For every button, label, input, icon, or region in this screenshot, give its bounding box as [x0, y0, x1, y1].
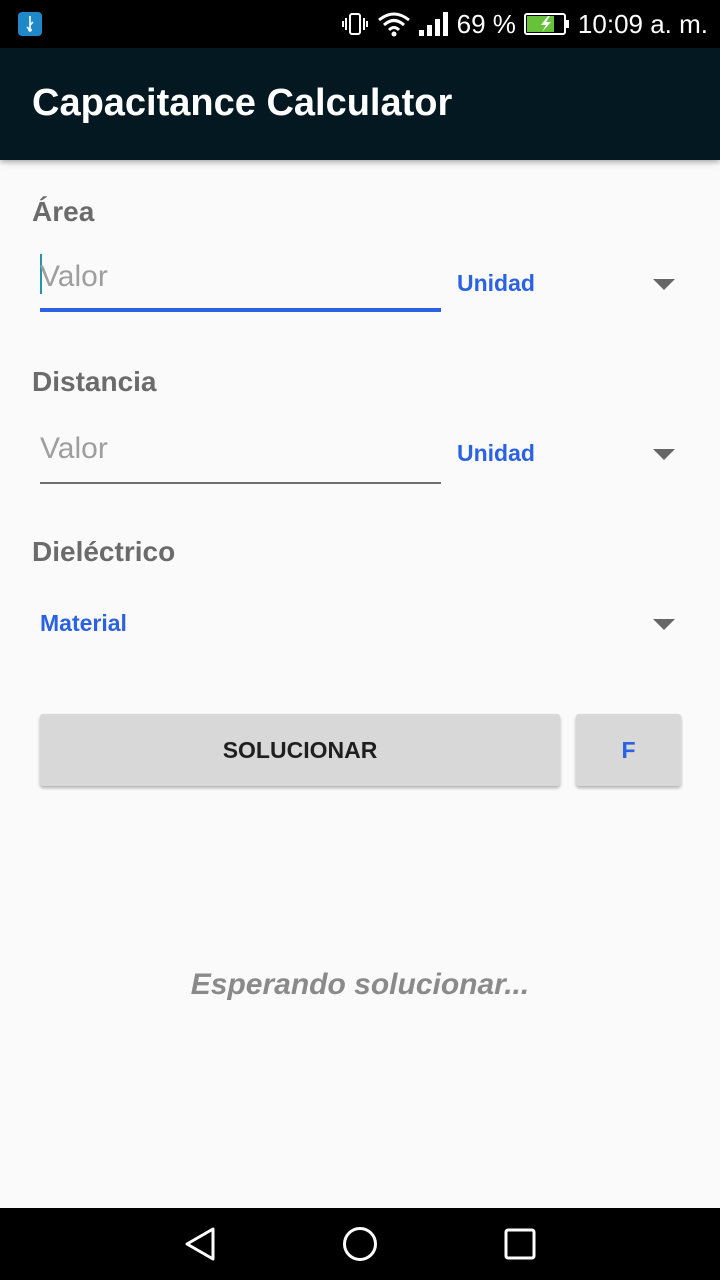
area-unit-label: Unidad	[457, 270, 535, 296]
recents-icon[interactable]	[502, 1226, 538, 1262]
vibrate-icon	[341, 12, 369, 36]
area-label: Área	[32, 196, 95, 227]
result-unit-button[interactable]: F	[576, 714, 681, 786]
battery-charging-icon	[523, 11, 570, 37]
dropdown-arrow-icon	[653, 619, 675, 630]
signal-icon	[418, 12, 449, 36]
dropdown-arrow-icon	[653, 449, 675, 460]
area-value-placeholder: Valor	[40, 260, 108, 293]
distance-label: Distancia	[32, 366, 157, 397]
back-icon[interactable]	[182, 1226, 218, 1262]
dielectric-label: Dieléctrico	[32, 536, 176, 567]
distance-unit-dropdown[interactable]: Unidad	[457, 430, 675, 478]
distance-unit-label: Unidad	[457, 440, 535, 466]
home-icon[interactable]	[342, 1226, 378, 1262]
battery-percent: 69 %	[456, 8, 516, 39]
wifi-icon	[377, 11, 411, 37]
navigation-bar	[0, 1208, 720, 1280]
area-unit-dropdown[interactable]: Unidad	[457, 260, 675, 308]
solve-button[interactable]: SOLUCIONAR	[40, 714, 560, 786]
distance-value-input[interactable]: Valor	[40, 424, 441, 484]
status-bar: 69 % 10:09 a. m.	[0, 0, 720, 48]
clock: 10:09 a. m.	[577, 8, 708, 39]
usb-icon	[18, 12, 42, 36]
app-bar: Capacitance Calculator	[0, 48, 720, 160]
area-value-input[interactable]: Valor	[40, 252, 441, 312]
dielectric-material-label: Material	[40, 610, 127, 636]
app-title: Capacitance Calculator	[32, 82, 453, 124]
dropdown-arrow-icon	[653, 279, 675, 290]
result-text: Esperando solucionar...	[190, 968, 530, 1001]
distance-value-placeholder: Valor	[40, 432, 108, 465]
dielectric-material-dropdown[interactable]: Material	[40, 600, 675, 648]
